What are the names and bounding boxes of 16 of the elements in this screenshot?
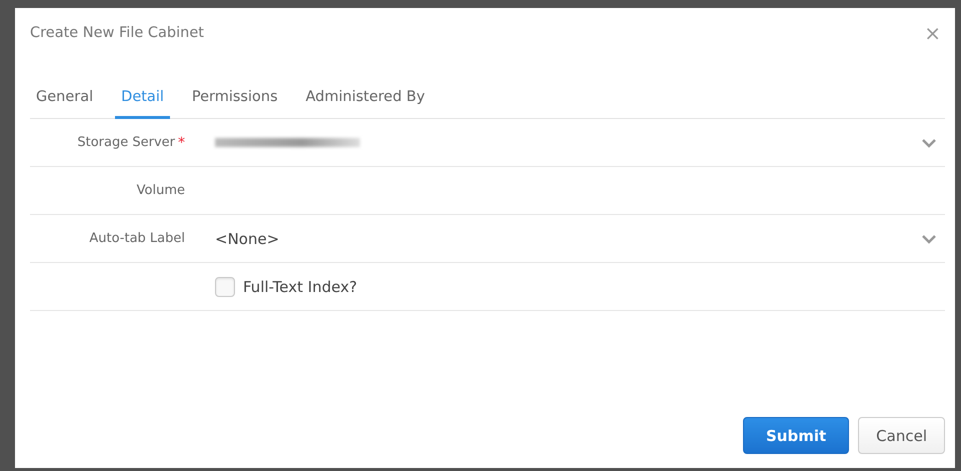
required-mark: *	[178, 134, 185, 150]
checkbox[interactable]	[215, 276, 235, 296]
field-label: Volume	[136, 183, 185, 198]
field-label: Auto-tab Label	[89, 231, 185, 246]
field-label: Storage Server	[77, 135, 175, 150]
tab[interactable]: Permissions	[186, 89, 284, 119]
cancel-button[interactable]: Cancel	[858, 417, 945, 454]
tab[interactable]: Administered By	[300, 89, 431, 119]
tab[interactable]: Detail	[115, 89, 170, 119]
dialog-title: Create New File Cabinet	[30, 25, 204, 41]
submit-button[interactable]: Submit	[743, 417, 850, 454]
select-field[interactable]: <None>	[215, 218, 945, 258]
chevron-down-icon	[921, 234, 937, 244]
checkbox-label: Full-Text Index?	[243, 278, 358, 296]
tab[interactable]: General	[30, 89, 100, 119]
chevron-down-icon	[921, 138, 937, 148]
